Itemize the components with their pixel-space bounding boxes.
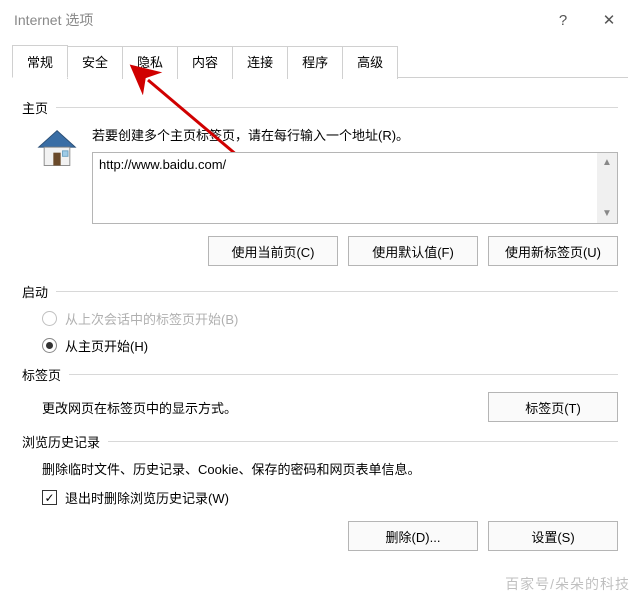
titlebar: Internet 选项 ? ✕ xyxy=(0,0,640,40)
delete-button[interactable]: 删除(D)... xyxy=(348,521,478,551)
history-desc: 删除临时文件、历史记录、Cookie、保存的密码和网页表单信息。 xyxy=(42,459,618,478)
help-button[interactable]: ? xyxy=(540,4,586,36)
radio-home-label: 从主页开始(H) xyxy=(65,336,148,355)
scrollbar[interactable]: ▲ ▼ xyxy=(597,153,617,223)
home-desc: 若要创建多个主页标签页，请在每行输入一个地址(R)。 xyxy=(92,125,618,144)
radio-icon xyxy=(42,311,57,326)
homepage-url-textarea[interactable] xyxy=(93,153,597,223)
home-icon xyxy=(35,127,79,171)
tab-security[interactable]: 安全 xyxy=(67,46,123,79)
tabpage-heading: 标签页 xyxy=(22,365,61,384)
tab-connections[interactable]: 连接 xyxy=(232,46,288,79)
delete-on-exit-checkbox[interactable]: ✓ 退出时删除浏览历史记录(W) xyxy=(42,488,618,507)
use-default-button[interactable]: 使用默认值(F) xyxy=(348,236,478,266)
home-heading: 主页 xyxy=(22,98,48,117)
tab-strip: 常规 安全 隐私 内容 连接 程序 高级 xyxy=(12,44,628,78)
use-newtab-button[interactable]: 使用新标签页(U) xyxy=(488,236,618,266)
settings-button[interactable]: 设置(S) xyxy=(488,521,618,551)
tabpage-heading-row: 标签页 xyxy=(22,365,618,384)
checkbox-icon: ✓ xyxy=(42,490,57,505)
divider xyxy=(56,107,618,108)
history-heading-row: 浏览历史记录 xyxy=(22,432,618,451)
home-heading-row: 主页 xyxy=(22,98,618,117)
divider xyxy=(69,374,618,375)
scroll-up-icon[interactable]: ▲ xyxy=(602,157,612,168)
tab-general[interactable]: 常规 xyxy=(12,45,68,78)
tabpage-button[interactable]: 标签页(T) xyxy=(488,392,618,422)
tab-advanced[interactable]: 高级 xyxy=(342,46,398,79)
tabpage-desc: 更改网页在标签页中的显示方式。 xyxy=(42,398,468,417)
startup-heading: 启动 xyxy=(22,282,48,301)
general-pane: 主页 若要创建多个主页标签页，请在每行输入一个地址(R)。 ▲ ▼ 使用当前页(… xyxy=(0,78,640,551)
startup-heading-row: 启动 xyxy=(22,282,618,301)
tab-privacy[interactable]: 隐私 xyxy=(122,46,178,79)
use-current-button[interactable]: 使用当前页(C) xyxy=(208,236,338,266)
divider xyxy=(108,441,618,442)
scroll-down-icon[interactable]: ▼ xyxy=(602,208,612,219)
watermark: 百家号/朵朵的科技 xyxy=(505,574,630,594)
close-button[interactable]: ✕ xyxy=(586,4,632,36)
homepage-url-field[interactable]: ▲ ▼ xyxy=(92,152,618,224)
tab-content[interactable]: 内容 xyxy=(177,46,233,79)
radio-last-session: 从上次会话中的标签页开始(B) xyxy=(42,309,618,328)
radio-last-session-label: 从上次会话中的标签页开始(B) xyxy=(65,309,238,328)
history-heading: 浏览历史记录 xyxy=(22,432,100,451)
tab-programs[interactable]: 程序 xyxy=(287,46,343,79)
window-title: Internet 选项 xyxy=(14,10,540,30)
radio-home[interactable]: 从主页开始(H) xyxy=(42,336,618,355)
radio-icon xyxy=(42,338,57,353)
delete-on-exit-label: 退出时删除浏览历史记录(W) xyxy=(65,488,229,507)
divider xyxy=(56,291,618,292)
